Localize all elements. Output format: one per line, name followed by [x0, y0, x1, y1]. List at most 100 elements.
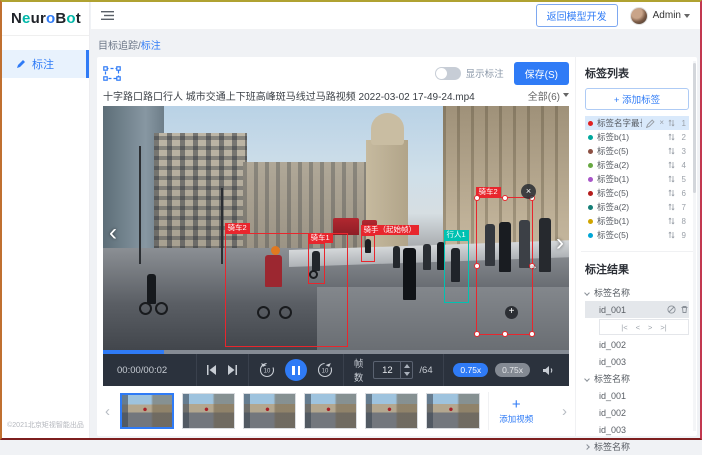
result-id: id_002: [599, 340, 626, 350]
result-id: id_002: [599, 408, 626, 418]
sort-icon[interactable]: [668, 231, 675, 239]
results-title: 标注结果: [585, 261, 689, 277]
delete-box-icon[interactable]: ×: [521, 184, 536, 199]
skip-forward-icon[interactable]: [227, 365, 238, 375]
video-filter-dropdown[interactable]: 全部(6): [528, 88, 569, 103]
speed-pill-active[interactable]: 0.75x: [453, 363, 488, 377]
label-item-8[interactable]: 标签b(1) 8: [585, 214, 689, 228]
back-to-model-dev-button[interactable]: 返回模型开发: [536, 4, 618, 27]
volume-icon[interactable]: [543, 365, 555, 376]
bbox-cyclist-2-selected[interactable]: 骑车2 × + ↔: [476, 197, 533, 335]
spinner-down-icon[interactable]: [401, 370, 412, 378]
strip-prev-chevron[interactable]: ‹: [103, 403, 112, 420]
move-crosshair-icon[interactable]: +: [505, 306, 518, 319]
sidebar-item-annotate[interactable]: 标注: [2, 50, 89, 78]
strip-next-chevron[interactable]: ›: [560, 403, 569, 420]
frame-spinner: [400, 362, 412, 378]
user-menu[interactable]: Admin: [653, 10, 690, 21]
delete-label-icon[interactable]: ×: [659, 119, 664, 127]
bbox-label: 骑手（起始帧）: [361, 225, 420, 235]
sort-icon[interactable]: [668, 189, 675, 197]
result-item[interactable]: id_001: [585, 387, 689, 404]
resize-handle[interactable]: [502, 331, 508, 337]
first-page-icon[interactable]: |<: [621, 323, 627, 332]
result-item[interactable]: id_002: [585, 404, 689, 421]
label-order: 7: [679, 203, 686, 212]
bbox-cyclist-1[interactable]: 骑车1: [308, 243, 325, 284]
sort-icon[interactable]: [668, 161, 675, 169]
result-id: id_001: [599, 305, 626, 315]
video-thumbnail-3[interactable]: [243, 393, 296, 429]
video-thumbnail-2[interactable]: [182, 393, 235, 429]
label-item-2[interactable]: 标签b(1) 2: [585, 130, 689, 144]
prev-frame-chevron[interactable]: ‹: [109, 221, 117, 245]
result-item[interactable]: id_002: [585, 336, 689, 353]
video-progress-bar[interactable]: [103, 350, 569, 354]
forward-10-icon[interactable]: 10: [317, 362, 333, 378]
copyright-text: ©2021北京矩视智能出品: [2, 420, 89, 430]
result-group-3[interactable]: 标签名称: [585, 438, 689, 455]
bbox-cyclist-2[interactable]: 骑车2: [225, 233, 348, 347]
video-thumbnail-4[interactable]: [304, 393, 357, 429]
label-item-9[interactable]: 标签c(5) 9: [585, 228, 689, 242]
label-item-5[interactable]: 标签b(1) 5: [585, 172, 689, 186]
edit-label-icon[interactable]: [646, 119, 655, 128]
video-thumbnail-1[interactable]: [120, 393, 174, 429]
spinner-up-icon[interactable]: [401, 362, 412, 370]
show-annotation-toggle[interactable]: [435, 67, 461, 80]
speed-pill-idle[interactable]: 0.75x: [495, 363, 530, 377]
sort-icon[interactable]: [668, 203, 675, 211]
pause-button[interactable]: [285, 359, 307, 381]
save-button[interactable]: 保存(S): [514, 62, 569, 85]
video-thumbnail-6[interactable]: [426, 393, 479, 429]
label-item-1[interactable]: 标签名字最长数... × 1: [585, 116, 689, 130]
topbar: 返回模型开发 Admin: [91, 2, 700, 30]
result-group-2[interactable]: 标签名称: [585, 370, 689, 387]
last-page-icon[interactable]: >|: [660, 323, 666, 332]
collapse-menu-icon[interactable]: [101, 10, 114, 21]
next-frame-chevron[interactable]: ›: [556, 231, 564, 255]
panel-scrollbar[interactable]: [693, 61, 696, 431]
breadcrumb-parent[interactable]: 目标追踪: [98, 41, 138, 52]
prev-page-icon[interactable]: <: [636, 323, 640, 332]
rewind-10-icon[interactable]: 10: [259, 362, 275, 378]
label-order: 1: [679, 119, 686, 128]
hide-result-icon[interactable]: [667, 305, 676, 314]
frame-number-input[interactable]: [374, 362, 400, 378]
result-item[interactable]: id_001: [585, 301, 689, 318]
video-thumbnail-5[interactable]: [365, 393, 418, 429]
label-item-7[interactable]: 标签a(2) 7: [585, 200, 689, 214]
sort-icon[interactable]: [668, 147, 675, 155]
frame-total-label: /64: [419, 365, 432, 376]
scene-dome: [371, 113, 404, 145]
sort-icon[interactable]: [668, 175, 675, 183]
sort-icon[interactable]: [668, 217, 675, 225]
resize-handle[interactable]: [502, 195, 508, 201]
result-item[interactable]: id_003: [585, 421, 689, 438]
bbox-rider-startframe[interactable]: 骑手（起始帧）: [361, 235, 375, 262]
sidebar-item-label: 标注: [32, 56, 54, 72]
resize-handle[interactable]: [474, 263, 480, 269]
add-label-button[interactable]: + 添加标签: [585, 88, 689, 110]
resize-handle[interactable]: [474, 195, 480, 201]
bbox-pedestrian-1[interactable]: 行人1: [444, 240, 469, 303]
user-avatar[interactable]: [630, 7, 648, 25]
result-group-1[interactable]: 标签名称: [585, 284, 689, 301]
delete-result-icon[interactable]: [680, 305, 689, 314]
result-item[interactable]: id_003: [585, 353, 689, 370]
label-item-4[interactable]: 标签a(2) 4: [585, 158, 689, 172]
svg-text:10: 10: [322, 369, 329, 375]
bbox-label: 骑车2: [225, 223, 250, 233]
video-canvas[interactable]: 骑车2 骑车1 骑手（起始帧） 行人1 骑车2: [103, 106, 569, 350]
label-item-3[interactable]: 标签c(5) 3: [585, 144, 689, 158]
sort-icon[interactable]: [668, 119, 675, 127]
skip-back-icon[interactable]: [206, 365, 217, 375]
sort-icon[interactable]: [668, 133, 675, 141]
next-page-icon[interactable]: >: [648, 323, 652, 332]
resize-handle[interactable]: [474, 331, 480, 337]
add-video-button[interactable]: + 添加视频: [488, 392, 544, 430]
resize-handle[interactable]: [529, 331, 535, 337]
label-item-6[interactable]: 标签c(5) 6: [585, 186, 689, 200]
draw-bbox-tool-icon[interactable]: [103, 66, 121, 81]
result-id: id_001: [599, 391, 626, 401]
